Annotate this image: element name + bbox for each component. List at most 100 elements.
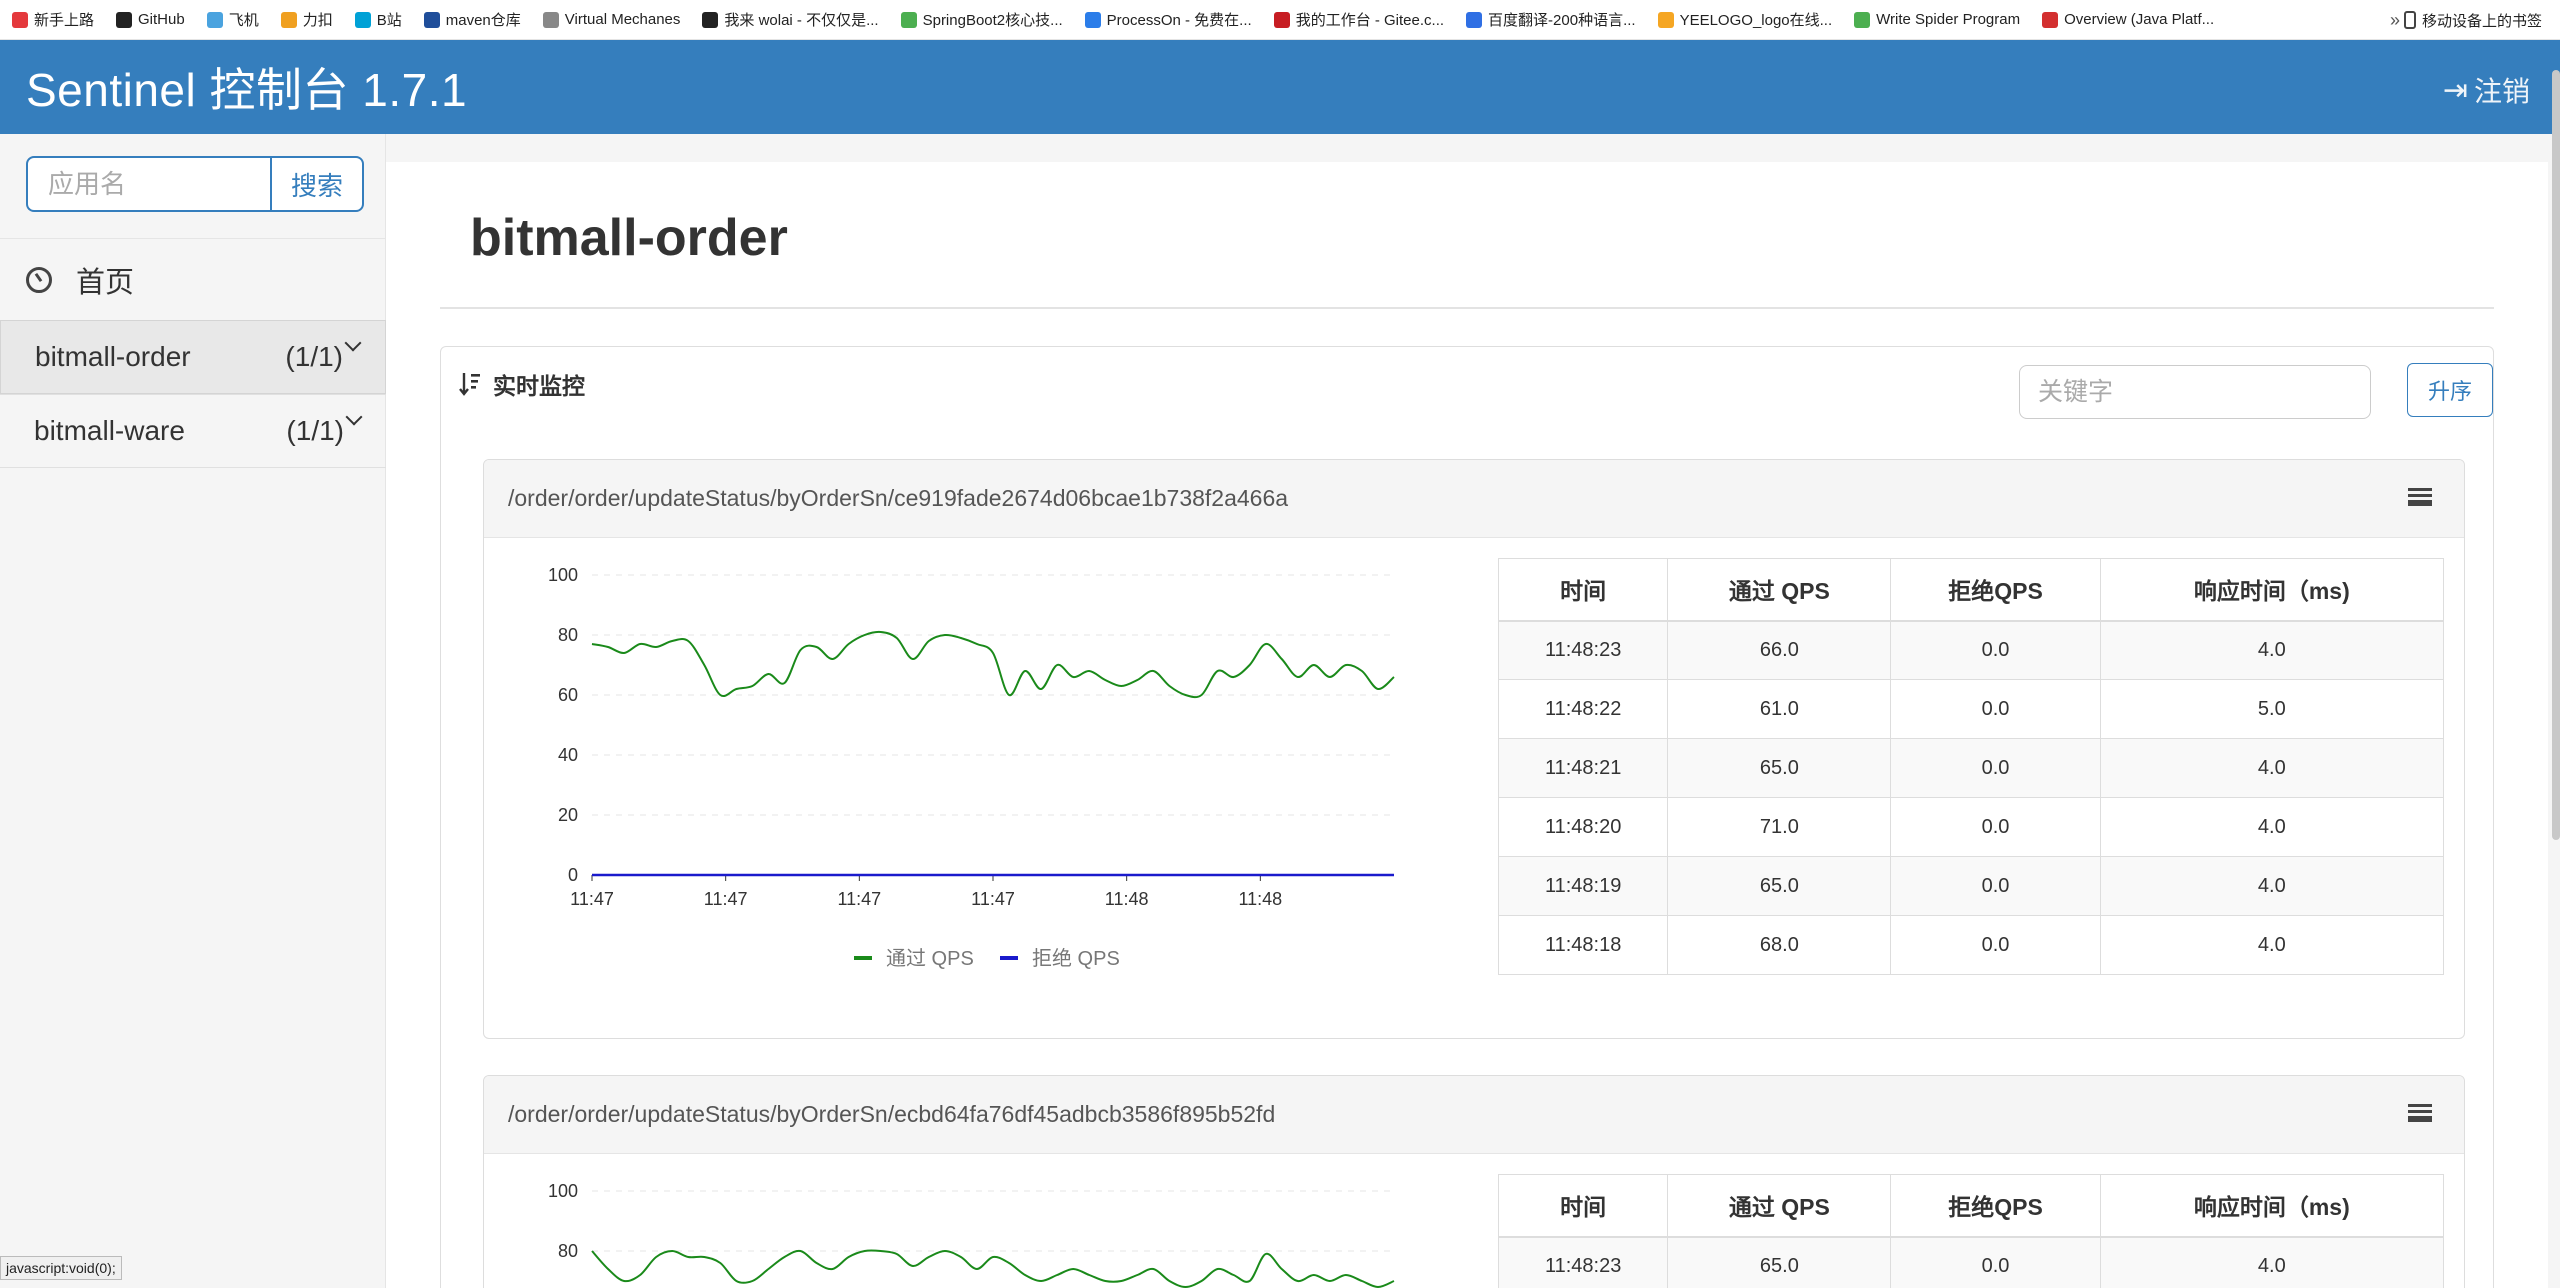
cell-pass-qps: 71.0 [1667, 797, 1892, 857]
bookmark-item[interactable]: 百度翻译-200种语言... [1466, 9, 1636, 30]
x-tick-label: 11:47 [837, 889, 881, 909]
bookmark-item[interactable]: Overview (Java Platf... [2042, 11, 2214, 28]
bookmark-item[interactable]: 飞机 [206, 9, 259, 30]
logout-button[interactable]: ⇥ 注销 [2443, 70, 2530, 110]
bookmark-item[interactable]: GitHub [116, 11, 185, 28]
sidebar-app-count: (1/1) [285, 341, 343, 372]
resource-card: /order/order/updateStatus/byOrderSn/ecbd… [483, 1075, 2465, 1288]
legend-label: 通过 QPS [886, 947, 974, 970]
bookmark-favicon-icon [1084, 11, 1101, 28]
page-title: bitmall-order [470, 209, 788, 267]
bookmark-item[interactable]: ProcessOn - 免费在... [1084, 9, 1252, 30]
bookmark-label: SpringBoot2核心技... [922, 12, 1063, 29]
dashboard-icon [26, 266, 52, 293]
cell-rt: 4.0 [2099, 856, 2445, 916]
table-row: 11:48:21 65.0 0.0 4.0 [1497, 738, 2445, 798]
y-tick-label: 100 [548, 565, 578, 585]
qps-line-chart: 80 100 [548, 1181, 1395, 1288]
app-search: 搜索 [26, 156, 364, 212]
y-tick-label: 20 [558, 805, 578, 825]
sort-order-button[interactable]: 升序 [2407, 363, 2493, 417]
keyword-search-input[interactable] [2019, 365, 2371, 419]
sign-out-icon: ⇥ [2442, 73, 2468, 107]
cell-block-qps: 0.0 [1890, 738, 2101, 798]
bookmark-favicon-icon [1466, 11, 1483, 28]
cell-time: 11:48:18 [1497, 915, 1669, 975]
cell-rt: 4.0 [2099, 738, 2445, 798]
mobile-bookmarks[interactable]: 移动设备上的书签 [2403, 0, 2542, 40]
table-row: 11:48:23 66.0 0.0 4.0 [1497, 620, 2445, 680]
bookmark-item[interactable]: YEELOGO_logo在线... [1657, 9, 1833, 30]
bookmark-label: GitHub [138, 11, 185, 28]
bookmark-label: B站 [376, 12, 402, 29]
y-tick-label: 80 [558, 625, 578, 645]
metrics-table: 时间 通过 QPS 拒绝QPS 响应时间（ms) 11:48:23 65.0 0… [1497, 1174, 2445, 1288]
bookmark-favicon-icon [702, 11, 719, 28]
column-header: 时间 [1497, 1174, 1669, 1238]
logout-label: 注销 [2473, 76, 2530, 107]
table-row: 11:48:23 65.0 0.0 4.0 [1497, 1236, 2445, 1288]
bookmark-favicon-icon [2042, 11, 2059, 28]
x-tick-label: 11:47 [704, 889, 748, 909]
bookmark-item[interactable]: Virtual Mechanes [542, 11, 680, 28]
sort-amount-icon [459, 373, 480, 396]
bookmark-item[interactable]: 力扣 [280, 9, 333, 30]
panel-heading: 实时监控 [459, 367, 585, 401]
bookmark-item[interactable]: SpringBoot2核心技... [900, 9, 1063, 30]
sidebar-app-count: (1/1) [286, 415, 344, 446]
bookmark-favicon-icon [12, 11, 28, 28]
bookmark-item[interactable]: B站 [354, 9, 402, 30]
bookmark-item[interactable]: 我的工作台 - Gitee.c... [1273, 9, 1445, 30]
bookmark-item[interactable]: 新手上路 [12, 9, 94, 30]
sidebar-item-bitmall-order[interactable]: bitmall-order (1/1) [0, 320, 386, 394]
cell-pass-qps: 68.0 [1667, 915, 1892, 975]
chevron-down-icon [344, 334, 362, 352]
cell-pass-qps: 61.0 [1667, 679, 1892, 739]
bookmark-item[interactable]: maven仓库 [423, 9, 521, 30]
cell-block-qps: 0.0 [1890, 620, 2101, 680]
bookmark-label: 我来 wolai - 不仅仅是... [724, 12, 879, 29]
column-header: 拒绝QPS [1890, 558, 2101, 622]
x-tick-label: 11:47 [570, 889, 614, 909]
bookmark-favicon-icon [900, 11, 917, 28]
bookmark-item[interactable]: 我来 wolai - 不仅仅是... [702, 9, 879, 30]
bookmark-favicon-icon [423, 11, 440, 28]
bookmark-label: 新手上路 [34, 12, 95, 29]
bookmark-label: 我的工作台 - Gitee.c... [1295, 12, 1445, 29]
resource-header: /order/order/updateStatus/byOrderSn/ce91… [484, 460, 2464, 538]
y-tick-label: 40 [558, 745, 578, 765]
bookmark-favicon-icon [354, 11, 371, 28]
sidebar-item-bitmall-ware[interactable]: bitmall-ware (1/1) [0, 394, 386, 468]
bookmarks-bar: 新手上路 GitHub 飞机 力扣 B站 maven仓库 Virtual Mechanes 我… [0, 0, 2560, 40]
menu-icon[interactable] [2408, 1104, 2432, 1122]
app-title: Sentinel 控制台 1.7.1 [26, 64, 468, 116]
main-content: bitmall-order 实时监控 升序 /order/order/updat… [386, 162, 2548, 1288]
legend-label: 拒绝 QPS [1032, 947, 1120, 970]
pass-qps-line [591, 630, 1395, 699]
bookmarks-overflow-button[interactable]: » [2390, 10, 2400, 31]
page-scrollbar[interactable] [2552, 70, 2560, 840]
bookmark-favicon-icon [280, 11, 297, 28]
panel-title: 实时监控 [493, 373, 585, 399]
bookmark-favicon-icon [542, 11, 559, 28]
sidebar-item-home[interactable]: 首页 [0, 238, 386, 320]
cell-block-qps: 0.0 [1890, 915, 2101, 975]
bookmark-item[interactable]: Write Spider Program [1854, 11, 2020, 28]
menu-icon[interactable] [2408, 488, 2432, 506]
x-tick-label: 11:48 [1238, 889, 1282, 909]
bookmark-favicon-icon [1854, 11, 1871, 28]
cell-block-qps: 0.0 [1890, 1236, 2101, 1288]
app-search-button[interactable]: 搜索 [270, 156, 364, 212]
bookmark-label: Overview (Java Platf... [2064, 11, 2215, 28]
cell-pass-qps: 65.0 [1667, 738, 1892, 798]
y-tick-label: 60 [558, 685, 578, 705]
cell-pass-qps: 66.0 [1667, 620, 1892, 680]
x-tick-label: 11:48 [1105, 889, 1149, 909]
qps-line-chart: 0 20 40 60 80 100 11:47 11:47 11:47 11:47 11:48 11:… [548, 565, 1395, 970]
bookmark-favicon-icon [116, 11, 133, 28]
bookmark-favicon-icon [1657, 11, 1674, 28]
bookmark-label: YEELOGO_logo在线... [1679, 12, 1833, 29]
app-search-input[interactable] [26, 156, 270, 212]
realtime-monitor-panel: 实时监控 升序 /order/order/updateStatus/byOrde… [440, 346, 2494, 1288]
resource-header: /order/order/updateStatus/byOrderSn/ecbd… [484, 1076, 2464, 1154]
